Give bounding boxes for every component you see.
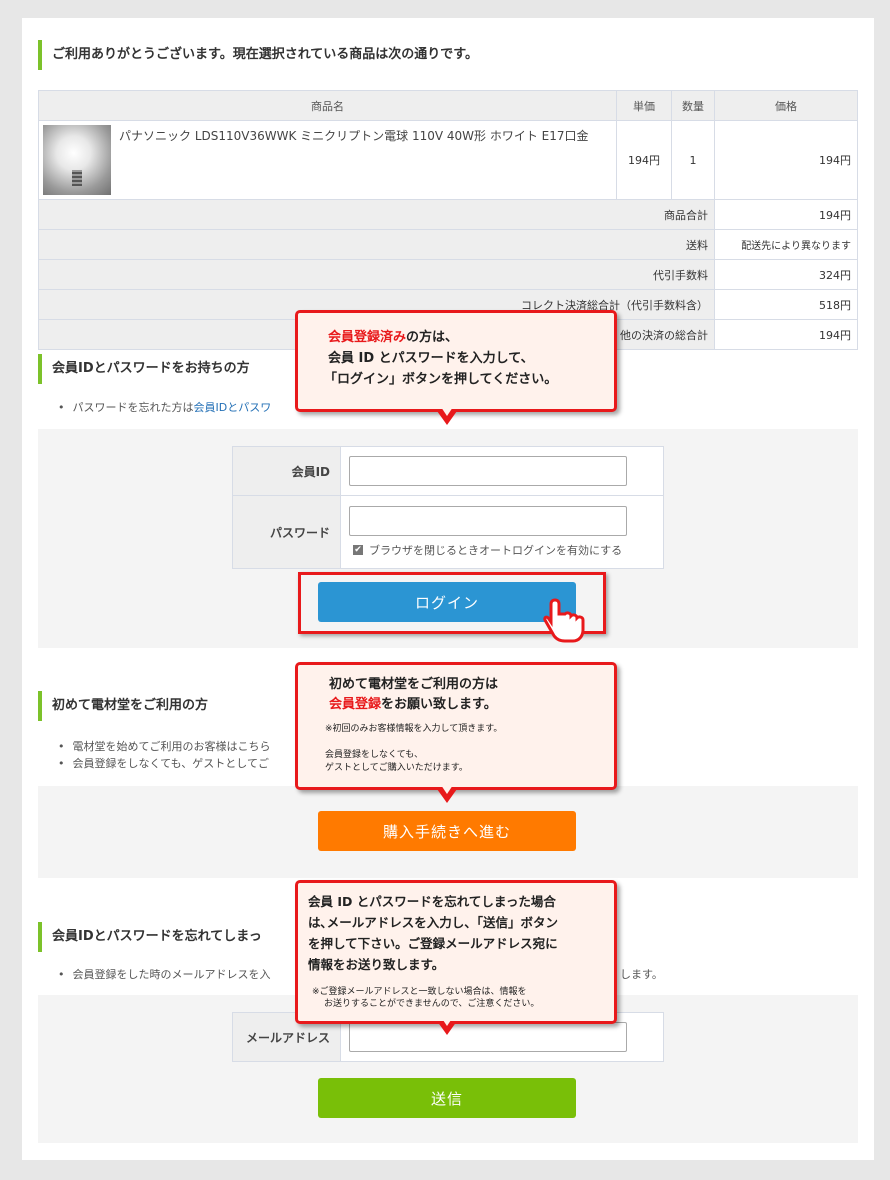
callout-pointer xyxy=(437,785,457,803)
item-unit-price: 194円 xyxy=(616,120,672,200)
send-button[interactable]: 送信 xyxy=(318,1078,576,1118)
forgot-bullet-tail: します。 xyxy=(620,968,663,981)
product-image[interactable] xyxy=(43,125,111,195)
callout-pointer xyxy=(437,1017,457,1035)
autologin-label: ブラウザを閉じるときオートログインを有効にする xyxy=(369,544,623,557)
summary-row: 代引手数料 324円 xyxy=(38,259,858,290)
newuser-bullet-2: 会員登録をしなくても、ゲストとしてご xyxy=(58,755,269,771)
forgot-section-title: 会員IDとパスワードを忘れてしまっ xyxy=(38,922,262,952)
item-qty: 1 xyxy=(671,120,715,200)
callout-pointer xyxy=(437,407,457,425)
order-header-row: 商品名 単価 数量 価格 xyxy=(38,90,858,121)
proceed-purchase-button[interactable]: 購入手続きへ進む xyxy=(318,811,576,851)
summary-row: 商品合計 194円 xyxy=(38,199,858,230)
password-input[interactable] xyxy=(349,506,627,536)
callout-newuser-instructions: 初めて電材堂をご利用の方は 会員登録をお願い致します。 ※初回のみお客様情報を入… xyxy=(295,662,617,790)
password-label: パスワード xyxy=(232,495,341,569)
member-id-label: 会員ID xyxy=(232,446,341,496)
email-input[interactable] xyxy=(349,1022,627,1052)
col-price: 価格 xyxy=(714,90,858,121)
login-section-title: 会員IDとパスワードをお持ちの方 xyxy=(38,354,250,384)
summary-row: 送料 配送先により異なります xyxy=(38,229,858,260)
callout-login-instructions: 会員登録済みの方は、 会員 ID とパスワードを入力して、 「ログイン」ボタンを… xyxy=(295,310,617,412)
autologin-checkbox[interactable]: ✔ xyxy=(353,545,363,555)
product-name-link[interactable]: パナソニック LDS110V36WWK ミニクリプトン電球 110V 40W形 … xyxy=(119,127,589,199)
member-id-input[interactable] xyxy=(349,456,627,486)
item-price: 194円 xyxy=(714,120,858,200)
col-unit-price: 単価 xyxy=(616,90,672,121)
login-form: 会員ID パスワード ✔ ブラウザを閉じるときオートログインを有効にする xyxy=(232,446,664,569)
login-help-text: パスワードを忘れた方は会員IDとパスワ xyxy=(58,399,272,415)
col-qty: 数量 xyxy=(671,90,715,121)
hand-pointer-icon xyxy=(543,598,585,643)
col-product-name: 商品名 xyxy=(38,90,617,121)
newuser-bullet-1: 電材堂を始めてご利用のお客様はこちら xyxy=(58,738,271,754)
order-title: ご利用ありがとうございます。現在選択されている商品は次の通りです。 xyxy=(38,40,478,70)
callout-forgot-instructions: 会員 ID とパスワードを忘れてしまった場合 は､メールアドレスを入力し、「送信… xyxy=(295,880,617,1024)
forgot-password-link[interactable]: 会員IDとパスワ xyxy=(194,401,272,414)
forgot-bullet: 会員登録をした時のメールアドレスを入 xyxy=(58,966,271,982)
table-row: パナソニック LDS110V36WWK ミニクリプトン電球 110V 40W形 … xyxy=(38,120,858,200)
newuser-section-title: 初めて電材堂をご利用の方 xyxy=(38,691,208,721)
